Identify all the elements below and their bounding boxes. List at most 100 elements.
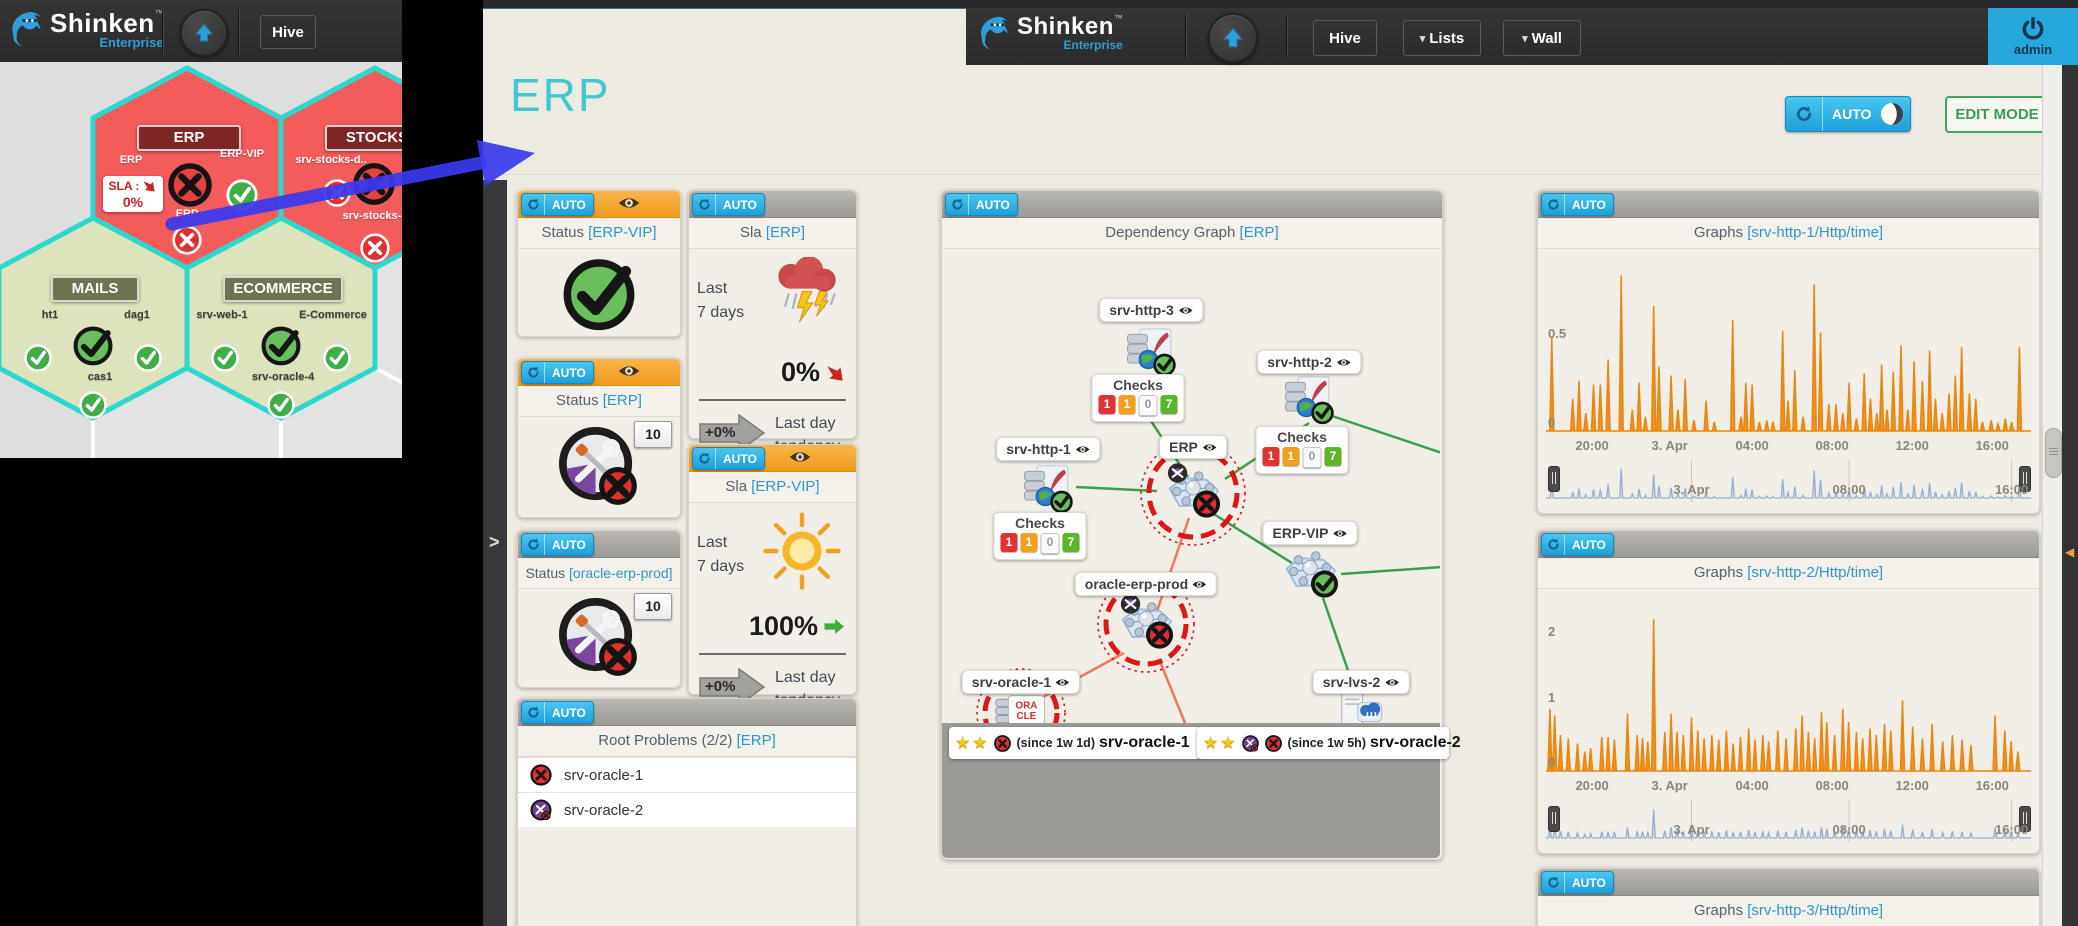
- alert-host-name: srv-oracle-2: [1370, 734, 1461, 752]
- widget-auto-button[interactable]: AUTO: [692, 447, 765, 470]
- eye-icon[interactable]: [1178, 302, 1193, 318]
- eye-icon[interactable]: [618, 196, 640, 210]
- widget-title-link[interactable]: [ERP]: [603, 392, 642, 409]
- widget-auto-button[interactable]: AUTO: [521, 361, 594, 384]
- day-night-toggle-icon[interactable]: [1880, 102, 1904, 126]
- widget-auto-button[interactable]: AUTO: [1541, 871, 1614, 894]
- graph-node-icon-srv-http-2[interactable]: [1282, 372, 1336, 431]
- ninja-logo-icon: [975, 13, 1013, 51]
- eye-icon[interactable]: [1075, 441, 1090, 457]
- widget-auto-button[interactable]: AUTO: [945, 193, 1018, 216]
- hex-ecommerce-title[interactable]: ECOMMERCE: [223, 276, 343, 302]
- hex-ecommerce-ok-icon[interactable]: [322, 343, 352, 373]
- graph-node-icon-oracle-erp-prod[interactable]: [1117, 593, 1175, 656]
- graph-node-label-srv-http-2[interactable]: srv-http-2: [1257, 350, 1361, 374]
- up-arrow-button[interactable]: [1208, 13, 1258, 63]
- timeseries-chart[interactable]: [1546, 251, 2031, 436]
- scrollbar-thumb[interactable]: [2045, 428, 2062, 478]
- hex-ecommerce-bottom-ok-icon[interactable]: [266, 390, 296, 420]
- widget-auto-button[interactable]: AUTO: [521, 533, 594, 556]
- hex-erp-ok-icon[interactable]: [225, 178, 259, 212]
- graph-node-label-srv-oracle-1[interactable]: srv-oracle-1: [962, 670, 1080, 694]
- eye-icon[interactable]: [1055, 674, 1070, 690]
- hex-ecommerce-label-bottom: srv-oracle-4: [243, 371, 323, 383]
- refresh-icon[interactable]: [1786, 97, 1823, 131]
- edit-mode-button[interactable]: EDIT MODE: [1945, 96, 2049, 133]
- graph-node-label-srv-lvs-2[interactable]: srv-lvs-2: [1313, 670, 1410, 694]
- hex-mails-title[interactable]: MAILS: [51, 276, 139, 302]
- widget-title-link[interactable]: [srv-http-3/Http/time]: [1747, 902, 1883, 919]
- chart-navigator[interactable]: 3. Apr08:0016:00: [1546, 800, 2031, 842]
- timeseries-chart[interactable]: [1546, 591, 2031, 776]
- hex-stocks-bottom-critical-icon[interactable]: [359, 232, 391, 264]
- chart-navigator[interactable]: 3. Apr08:0016:00: [1546, 460, 2031, 502]
- graph-node-icon-ERP[interactable]: [1164, 462, 1222, 525]
- shinken-logo[interactable]: Shinken™ Enterprise: [6, 8, 164, 50]
- widget-title-link[interactable]: [ERP-VIP]: [751, 478, 819, 495]
- eye-icon[interactable]: [789, 450, 811, 464]
- shinken-logo[interactable]: Shinken™ Enterprise: [975, 13, 1123, 52]
- hex-mails-bottom-ok-icon[interactable]: [78, 390, 108, 420]
- hex-ecommerce-ok-icon[interactable]: [210, 343, 240, 373]
- eye-icon[interactable]: [1192, 576, 1207, 592]
- checks-box-srv-http-1[interactable]: Checks1107: [994, 512, 1087, 560]
- hex-erp-critical-icon[interactable]: [166, 161, 214, 209]
- graph-node-label-srv-http-3[interactable]: srv-http-3: [1099, 298, 1203, 322]
- hex-mails-ok-icon[interactable]: [23, 343, 53, 373]
- graph-node-icon-srv-http-1[interactable]: [1021, 461, 1075, 520]
- hex-mails-ok-icon[interactable]: [133, 343, 163, 373]
- bg-nav-hive[interactable]: Hive: [260, 15, 316, 49]
- widget-title-link[interactable]: [ERP]: [766, 224, 805, 241]
- hex-mails-main-ok-icon[interactable]: [71, 323, 115, 367]
- eye-icon[interactable]: [1384, 674, 1399, 690]
- hex-ecommerce-main-ok-icon[interactable]: [259, 323, 303, 367]
- widget-title-link[interactable]: [srv-http-1/Http/time]: [1747, 224, 1883, 241]
- alert-card-srv-oracle-1[interactable]: ★★(since 1w 1d)srv-oracle-1: [949, 727, 1201, 759]
- widget-auto-button[interactable]: AUTO: [692, 193, 765, 216]
- up-arrow-button[interactable]: [180, 9, 228, 57]
- unread-count-badge[interactable]: 10: [634, 593, 672, 620]
- eye-icon[interactable]: [1336, 354, 1351, 370]
- checks-box-srv-http-2[interactable]: Checks1107: [1256, 426, 1349, 474]
- widget-auto-button[interactable]: AUTO: [521, 701, 594, 724]
- widget-auto-button[interactable]: AUTO: [1541, 533, 1614, 556]
- navigator-handle[interactable]: [1548, 806, 1560, 832]
- hex-stocks-title[interactable]: STOCKS: [325, 125, 402, 151]
- nav-hive[interactable]: Hive: [1313, 20, 1377, 56]
- nav-wall[interactable]: ▾Wall: [1503, 20, 1581, 56]
- graph-node-icon-ERP-VIP[interactable]: [1281, 542, 1339, 605]
- graph-node-label-srv-http-1[interactable]: srv-http-1: [996, 437, 1100, 461]
- node-name: srv-http-2: [1267, 354, 1332, 370]
- widget-title-link[interactable]: [srv-http-2/Http/time]: [1747, 564, 1883, 581]
- widget-title-link[interactable]: [ERP]: [1240, 224, 1279, 241]
- graph-node-label-ERP[interactable]: ERP: [1159, 435, 1227, 459]
- storm-icon: [764, 257, 850, 328]
- unread-count-badge[interactable]: 10: [634, 421, 672, 448]
- eye-icon[interactable]: [618, 364, 640, 378]
- checks-box-srv-http-3[interactable]: Checks1107: [1092, 374, 1185, 422]
- collapsed-left-panel[interactable]: >: [483, 180, 507, 926]
- collapsed-right-panel[interactable]: ◀: [2062, 65, 2078, 926]
- navigator-handle[interactable]: [1548, 466, 1560, 492]
- widget-title-link[interactable]: [ERP-VIP]: [588, 224, 656, 241]
- vertical-scrollbar[interactable]: [2042, 65, 2063, 926]
- widget-auto-button[interactable]: AUTO: [521, 193, 594, 216]
- graph-node-label-oracle-erp-prod[interactable]: oracle-erp-prod: [1075, 572, 1217, 596]
- eye-icon[interactable]: [1202, 439, 1217, 455]
- eye-icon[interactable]: [1333, 525, 1348, 541]
- widget-title-link[interactable]: [oracle-erp-prod]: [569, 565, 673, 581]
- root-problem-row[interactable]: srv-oracle-2: [518, 792, 856, 827]
- widget-auto-button[interactable]: AUTO: [1541, 193, 1614, 216]
- hex-erp-sla-badge: SLA : 0%: [103, 176, 163, 212]
- admin-user-button[interactable]: admin: [1988, 8, 2078, 65]
- root-problem-row[interactable]: srv-oracle-1: [518, 757, 856, 792]
- hex-stocks-critical-icon[interactable]: [322, 178, 352, 208]
- hex-stocks-black-x-icon[interactable]: [351, 161, 397, 207]
- widget-title-link[interactable]: [ERP]: [737, 732, 776, 749]
- graph-node-label-ERP-VIP[interactable]: ERP-VIP: [1262, 521, 1357, 545]
- hex-erp-bottom-critical-icon[interactable]: [171, 224, 203, 256]
- nav-lists[interactable]: ▾Lists: [1403, 20, 1481, 56]
- alert-card-srv-oracle-2[interactable]: ★★(since 1w 5h)srv-oracle-2: [1197, 727, 1449, 759]
- widget-header: AUTO: [1538, 869, 2039, 896]
- auto-refresh-toggle[interactable]: AUTO: [1785, 96, 1911, 132]
